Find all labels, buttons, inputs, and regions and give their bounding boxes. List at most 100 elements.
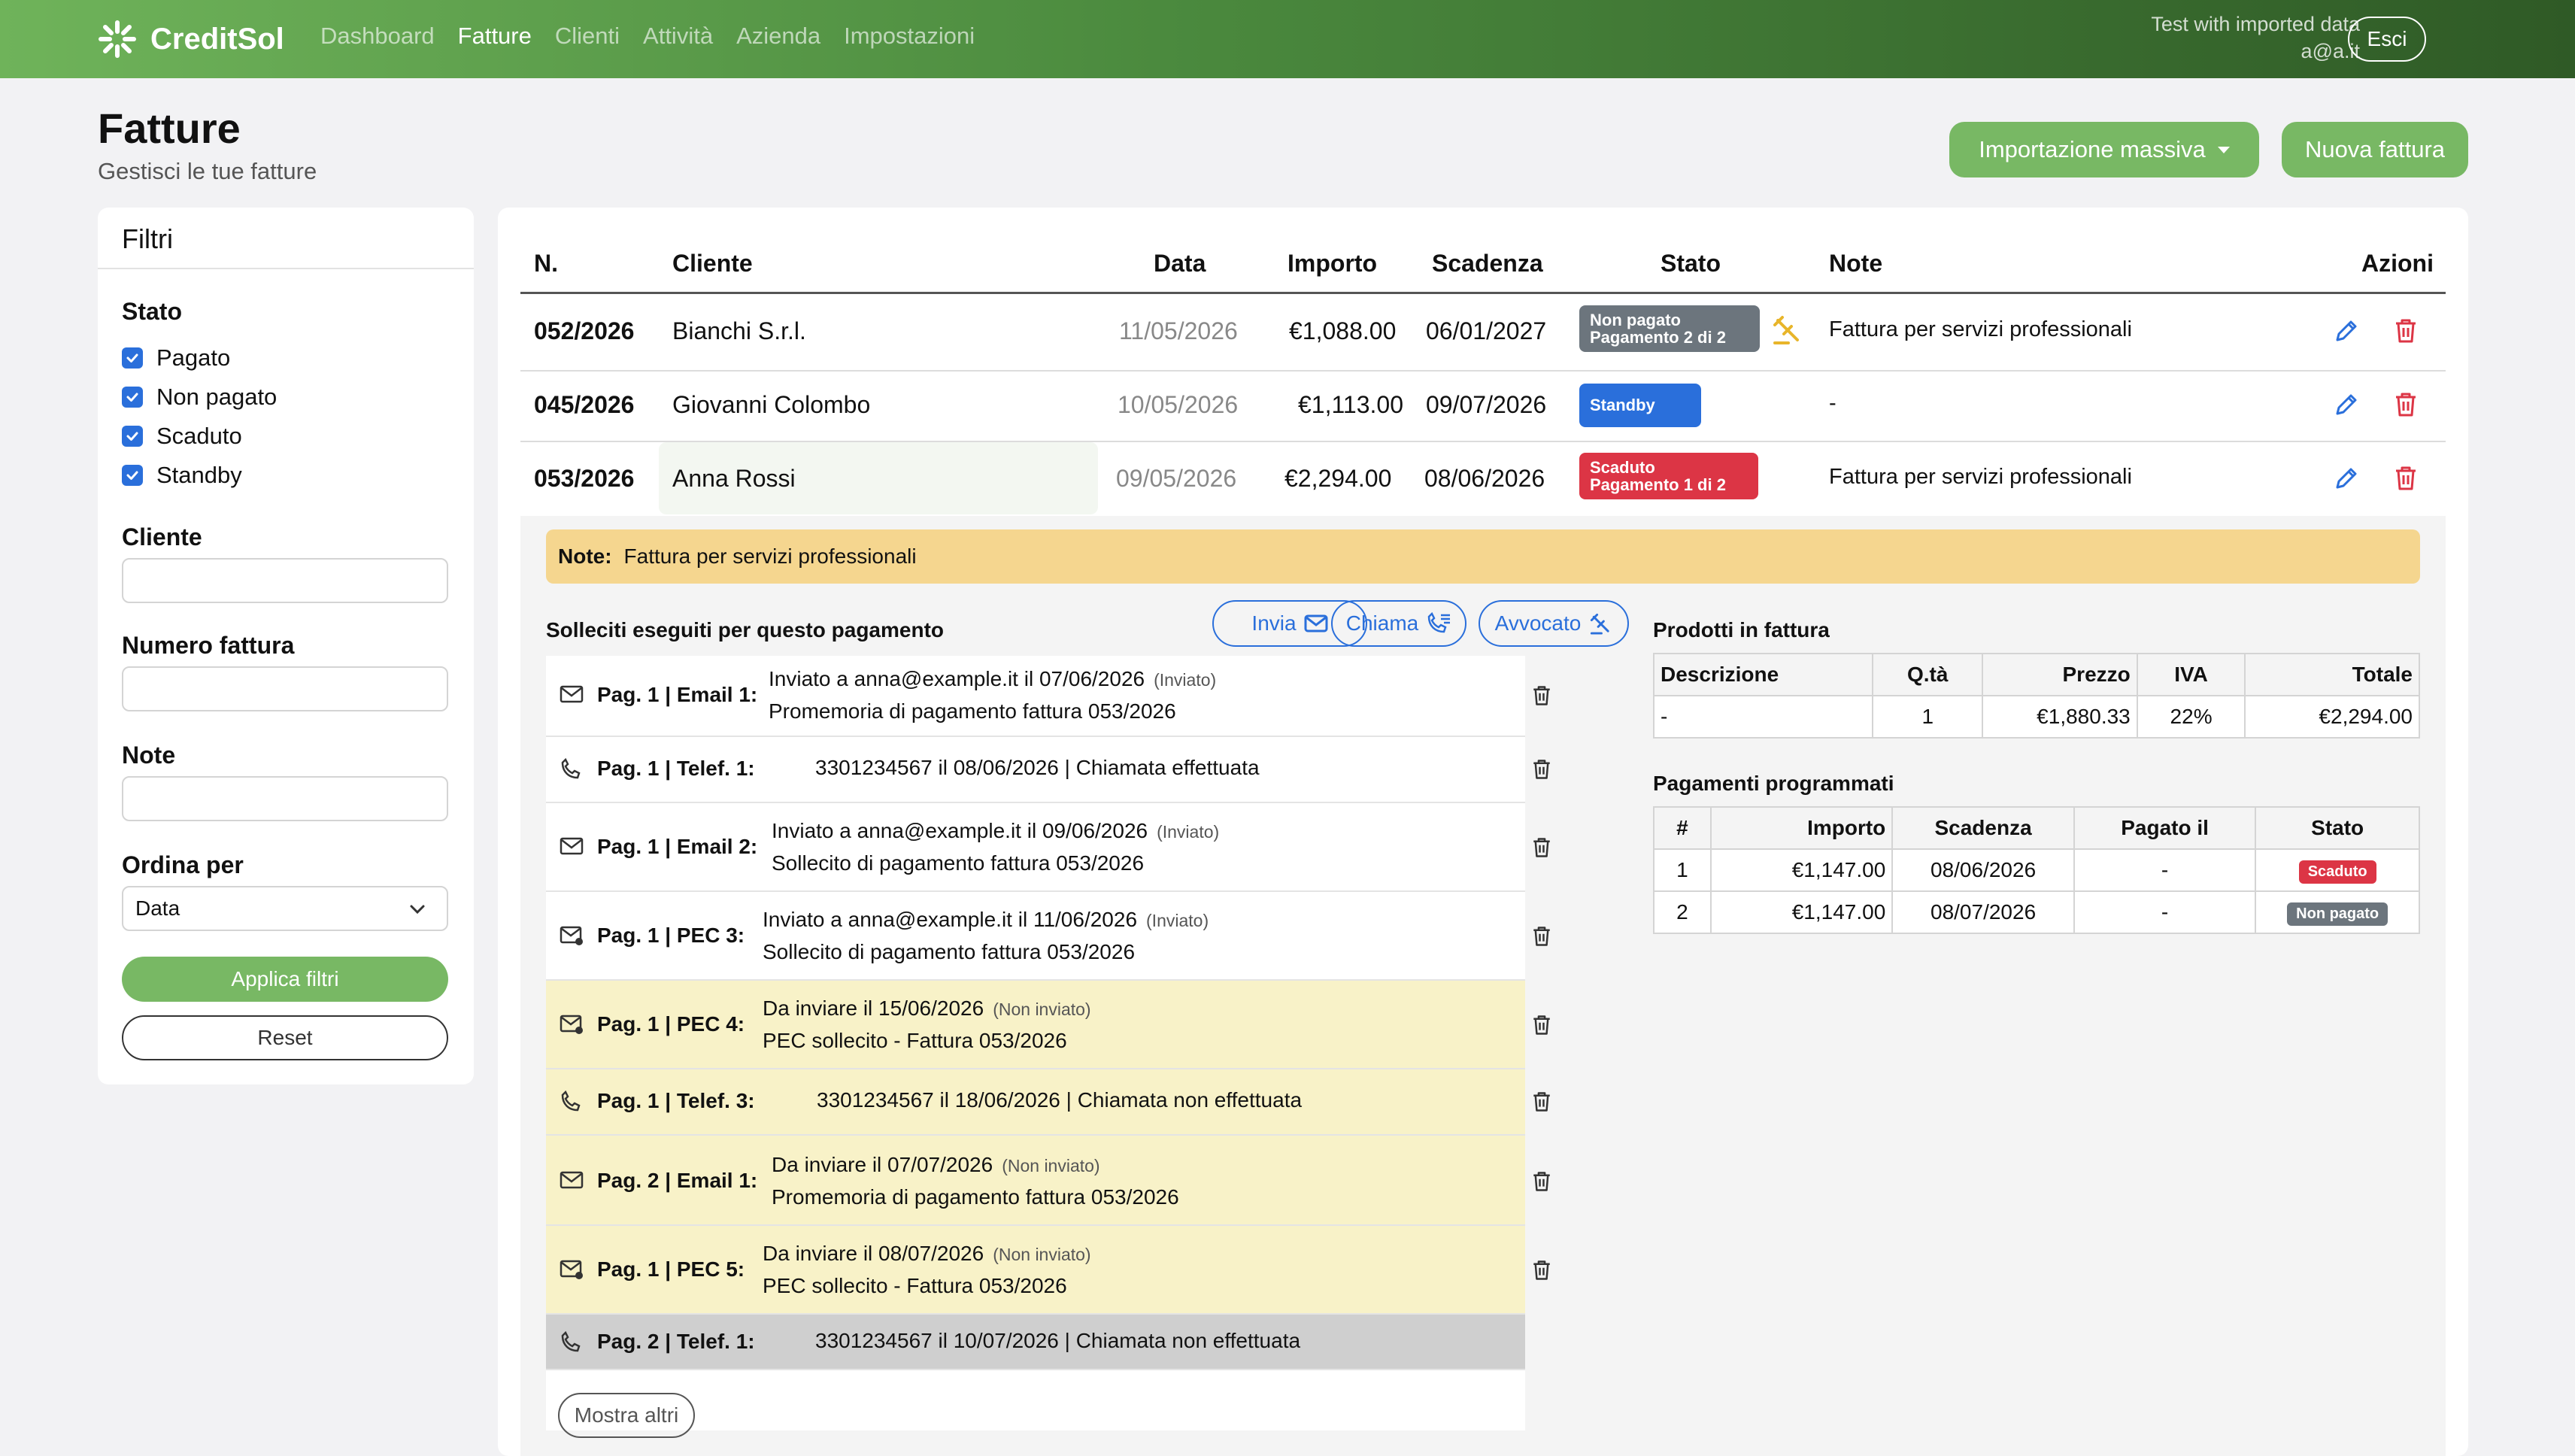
payments-header-paid: Pagato il bbox=[2073, 806, 2257, 850]
reminder-label: Pag. 2 | Email 1: bbox=[597, 1169, 758, 1192]
status-checkbox-scaduto[interactable]: Scaduto bbox=[122, 423, 242, 450]
reminder-item: Pag. 1 | Email 1: Inviato a anna@example… bbox=[546, 656, 1550, 737]
col-header-status[interactable]: Stato bbox=[1661, 250, 1721, 278]
payments-header-number: # bbox=[1653, 806, 1712, 850]
edit-pencil-icon[interactable] bbox=[2333, 465, 2360, 492]
row-2-number[interactable]: 045/2026 bbox=[534, 391, 634, 419]
col-header-number[interactable]: N. bbox=[534, 250, 558, 278]
client-filter-input[interactable] bbox=[122, 558, 448, 603]
col-header-amount[interactable]: Importo bbox=[1288, 250, 1377, 278]
trash-icon[interactable] bbox=[2393, 317, 2419, 344]
row-2-note: - bbox=[1829, 391, 1836, 415]
row-1-client[interactable]: Bianchi S.r.l. bbox=[672, 317, 806, 345]
logout-button[interactable]: Esci bbox=[2348, 17, 2426, 62]
col-header-notes: Note bbox=[1829, 250, 1883, 277]
envelope-icon bbox=[560, 685, 584, 703]
checkbox-checked-icon[interactable] bbox=[122, 426, 143, 447]
envelope-icon bbox=[1304, 614, 1328, 632]
row-3-number[interactable]: 053/2026 bbox=[534, 465, 634, 493]
status-badge-primary: Non pagato bbox=[1590, 311, 1681, 329]
payment-amount: €1,147.00 bbox=[1709, 848, 1894, 892]
trash-icon[interactable] bbox=[1531, 684, 1552, 707]
col-header-date[interactable]: Data bbox=[1154, 250, 1206, 278]
row-3-client[interactable]: Anna Rossi bbox=[672, 465, 796, 493]
reset-filters-button[interactable]: Reset bbox=[122, 1015, 448, 1060]
products-header-description: Descrizione bbox=[1652, 653, 1874, 696]
status-badge-primary: Scaduto bbox=[1590, 458, 1655, 477]
bulk-import-button[interactable]: Importazione massiva bbox=[1949, 122, 2259, 177]
payments-header-amount: Importo bbox=[1709, 806, 1894, 850]
trash-icon[interactable] bbox=[1531, 1090, 1552, 1113]
checkbox-checked-icon[interactable] bbox=[122, 465, 143, 486]
caret-down-icon bbox=[2217, 146, 2230, 153]
trash-icon[interactable] bbox=[2393, 465, 2419, 492]
trash-icon[interactable] bbox=[1531, 836, 1552, 859]
nav-azienda[interactable]: Azienda bbox=[736, 23, 820, 50]
invoices-card: N. Cliente Data Importo Scadenza Stato N… bbox=[498, 208, 2468, 1456]
payments-title: Pagamenti programmati bbox=[1653, 772, 1894, 795]
reminder-text: Inviato a anna@example.it il 11/06/2026 (… bbox=[763, 904, 1209, 968]
reminder-status: (Non inviato) bbox=[993, 1245, 1091, 1264]
phone-icon bbox=[561, 758, 581, 779]
trash-icon[interactable] bbox=[2393, 391, 2419, 418]
status-checkbox-pagato[interactable]: Pagato bbox=[122, 344, 230, 372]
nav-dashboard[interactable]: Dashboard bbox=[320, 23, 435, 50]
reminder-label: Pag. 2 | Telef. 1: bbox=[597, 1330, 755, 1353]
edit-pencil-icon[interactable] bbox=[2333, 391, 2360, 418]
trash-icon[interactable] bbox=[1531, 1170, 1552, 1193]
row-3-date: 09/05/2026 bbox=[1116, 465, 1237, 492]
brand[interactable]: CreditSol bbox=[96, 18, 284, 60]
brand-logo-icon bbox=[99, 20, 136, 58]
payment-status-badge: Scaduto bbox=[2298, 860, 2376, 884]
new-invoice-button[interactable]: Nuova fattura bbox=[2282, 122, 2468, 177]
products-header-total: Totale bbox=[2244, 653, 2420, 696]
payment-paid-date: - bbox=[2073, 890, 2257, 934]
nav-fatture[interactable]: Fatture bbox=[458, 23, 532, 50]
row-divider bbox=[520, 370, 2446, 372]
note-filter-input[interactable] bbox=[122, 776, 448, 821]
note-banner: Note: Fattura per servizi professionali bbox=[546, 529, 2420, 584]
note-banner-label: Note: bbox=[558, 544, 612, 568]
trash-icon[interactable] bbox=[1531, 758, 1552, 781]
products-header-price: Prezzo bbox=[1982, 653, 2138, 696]
status-checkbox-standby[interactable]: Standby bbox=[122, 462, 242, 489]
apply-filters-button[interactable]: Applica filtri bbox=[122, 957, 448, 1002]
trash-icon[interactable] bbox=[1531, 1014, 1552, 1036]
col-header-client[interactable]: Cliente bbox=[672, 250, 753, 278]
edit-pencil-icon[interactable] bbox=[2333, 317, 2360, 344]
lawyer-button[interactable]: Avvocato bbox=[1479, 600, 1629, 647]
call-button[interactable]: Chiama bbox=[1331, 600, 1466, 647]
row-2-due: 09/07/2026 bbox=[1426, 391, 1547, 418]
row-1-number[interactable]: 052/2026 bbox=[534, 317, 634, 345]
checkbox-checked-icon[interactable] bbox=[122, 347, 143, 369]
status-badge-secondary: Pagamento 2 di 2 bbox=[1590, 328, 1726, 347]
trash-icon[interactable] bbox=[1531, 1259, 1552, 1282]
gavel-icon[interactable] bbox=[1770, 313, 1803, 346]
invoice-number-input[interactable] bbox=[122, 666, 448, 711]
nav-attivita[interactable]: Attività bbox=[643, 23, 713, 50]
invoice-number-label: Numero fattura bbox=[122, 632, 295, 659]
bulk-import-label: Importazione massiva bbox=[1979, 136, 2206, 162]
row-2-client[interactable]: Giovanni Colombo bbox=[672, 391, 870, 419]
table-row: - 1 €1,880.33 22% €2,294.00 bbox=[1652, 695, 2420, 739]
payment-status-badge: Non pagato bbox=[2287, 902, 2388, 926]
gavel-icon bbox=[1591, 613, 1609, 635]
main-nav: Dashboard Fatture Clienti Attività Azien… bbox=[320, 23, 998, 50]
row-3-amount: €2,294.00 bbox=[1284, 465, 1392, 492]
reminder-label: Pag. 1 | Email 1: bbox=[597, 683, 758, 706]
reminder-item: Pag. 2 | Telef. 1: 3301234567 il 10/07/2… bbox=[546, 1315, 1525, 1370]
reminders-list: Pag. 1 | Email 1: Inviato a anna@example… bbox=[546, 656, 1550, 1430]
show-more-button[interactable]: Mostra altri bbox=[558, 1393, 695, 1438]
trash-icon[interactable] bbox=[1531, 925, 1552, 948]
client-filter-label: Cliente bbox=[122, 523, 202, 551]
checkbox-checked-icon[interactable] bbox=[122, 387, 143, 408]
nav-impostazioni[interactable]: Impostazioni bbox=[844, 23, 975, 50]
sort-select[interactable]: Data bbox=[122, 886, 448, 931]
col-header-due[interactable]: Scadenza bbox=[1432, 250, 1543, 278]
status-checkbox-non-pagato[interactable]: Non pagato bbox=[122, 384, 277, 411]
reminder-label: Pag. 1 | Email 2: bbox=[597, 835, 758, 858]
reminder-line2: Sollecito di pagamento fattura 053/2026 bbox=[772, 851, 1145, 875]
reminder-line2: Sollecito di pagamento fattura 053/2026 bbox=[763, 940, 1136, 963]
nav-clienti[interactable]: Clienti bbox=[555, 23, 620, 50]
lawyer-label: Avvocato bbox=[1494, 611, 1582, 635]
